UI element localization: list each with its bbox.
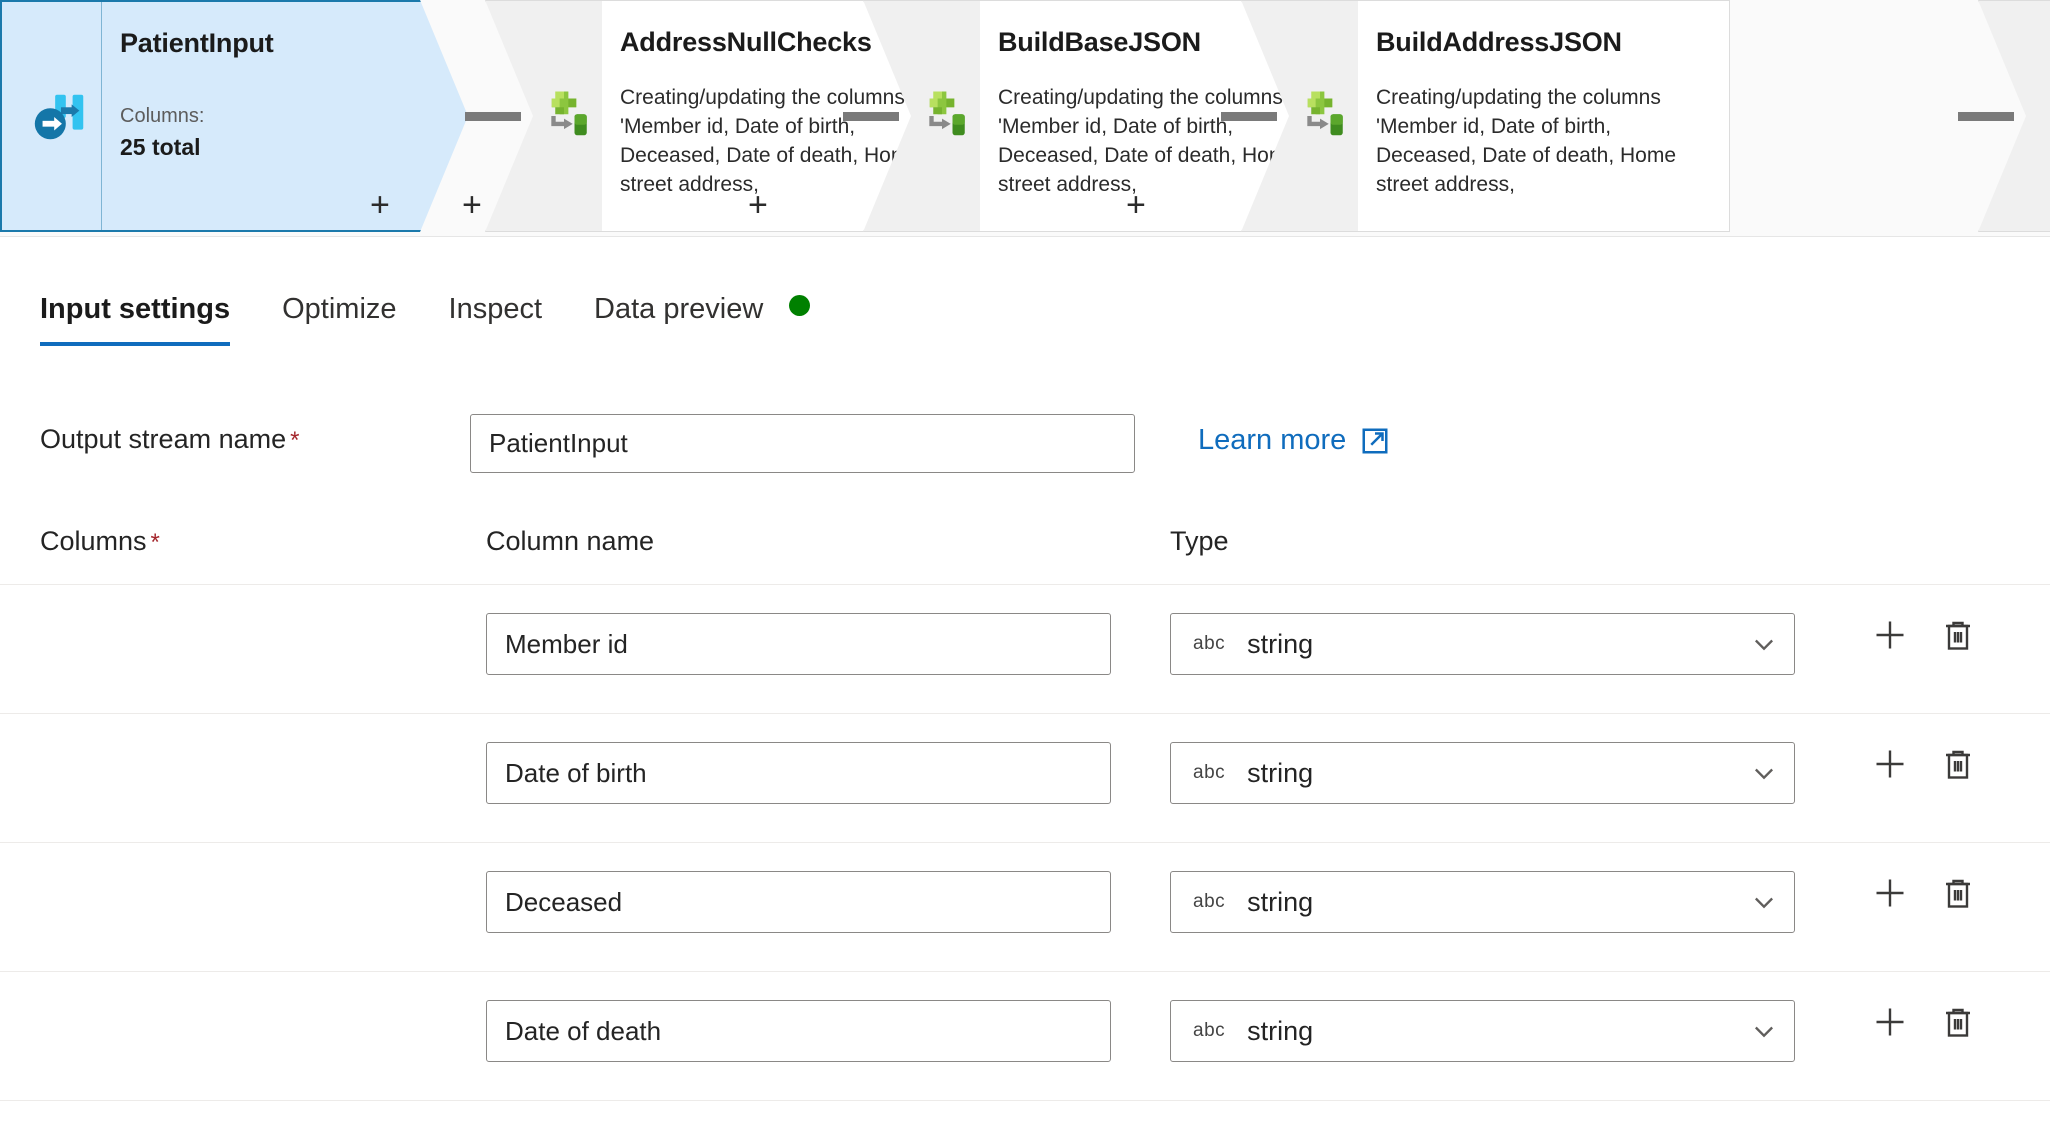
plus-icon — [1872, 746, 1908, 782]
source-columns-label: Columns: — [120, 105, 205, 127]
trash-icon — [1940, 875, 1976, 911]
derived-column-icon — [536, 88, 592, 144]
learn-more-label: Learn more — [1198, 424, 1347, 456]
column-type-value: string — [1247, 886, 1314, 917]
tab-label: Optimize — [282, 293, 397, 325]
data-flow-canvas[interactable]: PatientInput Columns: 25 total + Address… — [0, 0, 2050, 236]
column-type-dropdown[interactable]: abc string — [1170, 1000, 1795, 1062]
tab-input-settings[interactable]: Input settings — [40, 293, 256, 347]
plus-icon — [1872, 617, 1908, 653]
tab-data-preview[interactable]: Data preview — [568, 293, 836, 346]
columns-label-text: Columns — [40, 526, 147, 556]
graph-node-flatten[interactable] — [1978, 0, 2050, 232]
row-action-group — [1870, 744, 1978, 784]
add-row-button[interactable] — [1870, 1002, 1910, 1042]
column-name-input[interactable] — [486, 1000, 1111, 1062]
node-description: Creating/updating the columns 'Member id… — [1376, 86, 1677, 196]
derived-node-card-3[interactable]: BuildAddressJSON Creating/updating the c… — [1358, 0, 1730, 232]
tab-inspect[interactable]: Inspect — [423, 293, 569, 346]
output-stream-name-label: Output stream name * — [40, 424, 299, 455]
derived-icon-cell-2 — [863, 0, 981, 232]
table-row: abc string — [0, 584, 2050, 713]
delete-row-button[interactable] — [1938, 744, 1978, 784]
row-action-group — [1870, 615, 1978, 655]
add-row-button[interactable] — [1870, 873, 1910, 913]
derived-icon-cell-3 — [1241, 0, 1359, 232]
graph-node-source[interactable]: PatientInput Columns: 25 total + — [0, 0, 482, 232]
derived-column-icon — [1292, 88, 1348, 144]
tab-label: Inspect — [448, 293, 543, 325]
required-asterisk: * — [290, 427, 300, 454]
add-next-node-button-2[interactable]: + — [370, 188, 390, 222]
trash-icon — [1940, 746, 1976, 782]
node-title: PatientInput — [120, 28, 274, 58]
flatten-icon-cell — [1978, 0, 2050, 232]
derived-icon-cell-1 — [485, 0, 603, 232]
column-type-value: string — [1247, 757, 1314, 788]
column-type-value: string — [1247, 1015, 1314, 1046]
plus-icon — [1872, 1004, 1908, 1040]
source-icon-cell — [18, 2, 102, 230]
tab-optimize[interactable]: Optimize — [256, 293, 422, 346]
add-next-node-button-1[interactable]: + — [462, 188, 482, 222]
tab-label: Input settings — [40, 293, 231, 325]
chevron-down-icon — [1750, 1017, 1778, 1045]
grid-bottom-divider — [0, 1100, 2050, 1101]
chevron-down-icon — [1750, 888, 1778, 916]
source-columns-count: 25 total — [120, 134, 201, 160]
trash-icon — [1940, 1004, 1976, 1040]
tab-label: Data preview — [594, 293, 764, 325]
input-settings-panel: Output stream name* Learn more Columns* … — [0, 376, 2050, 1140]
column-type-dropdown[interactable]: abc string — [1170, 871, 1795, 933]
output-stream-name-input[interactable] — [470, 414, 1135, 473]
node-title: BuildAddressJSON — [1376, 27, 1622, 57]
delete-row-button[interactable] — [1938, 1002, 1978, 1042]
delete-row-button[interactable] — [1938, 873, 1978, 913]
output-stream-row: Output stream name* Learn more — [0, 414, 2050, 494]
chevron-down-icon — [1750, 630, 1778, 658]
type-prefix-label: abc — [1193, 1020, 1226, 1041]
add-next-node-button-3[interactable]: + — [748, 188, 768, 222]
data-preview-status-dot — [789, 295, 811, 316]
column-name-input[interactable] — [486, 871, 1111, 933]
column-type-dropdown[interactable]: abc string — [1170, 742, 1795, 804]
column-header-name: Column name — [486, 526, 655, 556]
column-type-dropdown[interactable]: abc string — [1170, 613, 1795, 675]
column-header-type: Type — [1170, 526, 1229, 556]
add-row-button[interactable] — [1870, 744, 1910, 784]
output-stream-name-label-text: Output stream name — [40, 424, 287, 454]
trash-icon — [1940, 617, 1976, 653]
table-row: abc string — [0, 971, 2050, 1100]
table-row: abc string — [0, 842, 2050, 971]
columns-label: Columns * — [40, 526, 160, 557]
column-name-input[interactable] — [486, 742, 1111, 804]
row-action-group — [1870, 873, 1978, 913]
source-icon — [29, 85, 91, 147]
required-asterisk: * — [150, 529, 160, 556]
panel-tabbar: Input settings Optimize Inspect Data pre… — [0, 236, 2050, 376]
table-row: abc string — [0, 713, 2050, 842]
chevron-down-icon — [1750, 759, 1778, 787]
learn-more-link[interactable]: Learn more — [1198, 424, 1390, 457]
row-action-group — [1870, 1002, 1978, 1042]
delete-row-button[interactable] — [1938, 615, 1978, 655]
column-type-value: string — [1247, 628, 1314, 659]
columns-grid: abc string — [0, 584, 2050, 1101]
add-row-button[interactable] — [1870, 615, 1910, 655]
type-prefix-label: abc — [1193, 891, 1226, 912]
plus-icon — [1872, 875, 1908, 911]
graph-node-derived-3[interactable]: BuildAddressJSON Creating/updating the c… — [1126, 0, 1730, 232]
add-next-node-button-4[interactable]: + — [1126, 188, 1146, 222]
type-prefix-label: abc — [1193, 762, 1226, 783]
type-prefix-label: abc — [1193, 633, 1226, 654]
column-name-input[interactable] — [486, 613, 1111, 675]
derived-column-icon — [914, 88, 970, 144]
external-link-icon — [1360, 426, 1390, 456]
